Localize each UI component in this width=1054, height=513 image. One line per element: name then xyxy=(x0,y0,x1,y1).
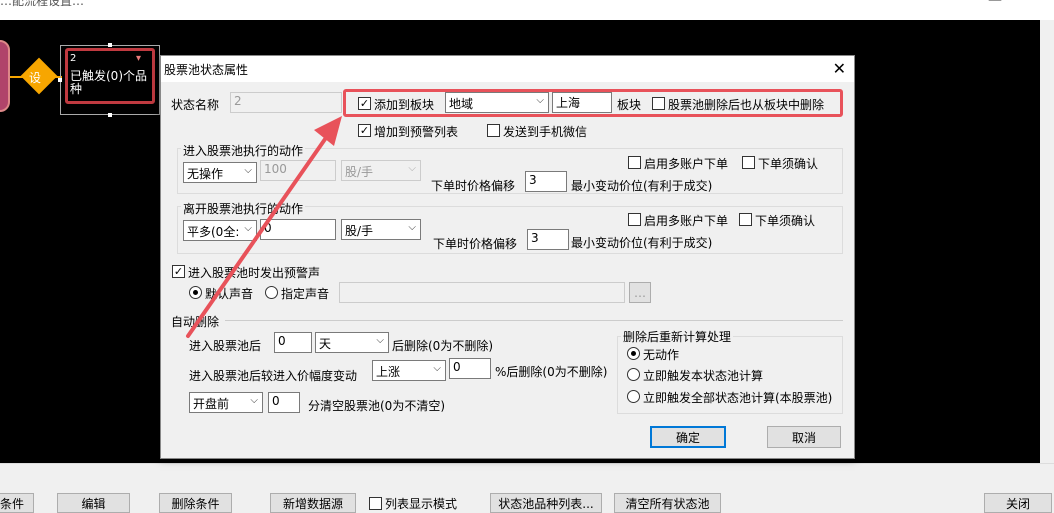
annotation-arrow xyxy=(186,116,342,338)
arrow-shaft xyxy=(186,130,332,338)
arrow-head xyxy=(314,116,342,146)
